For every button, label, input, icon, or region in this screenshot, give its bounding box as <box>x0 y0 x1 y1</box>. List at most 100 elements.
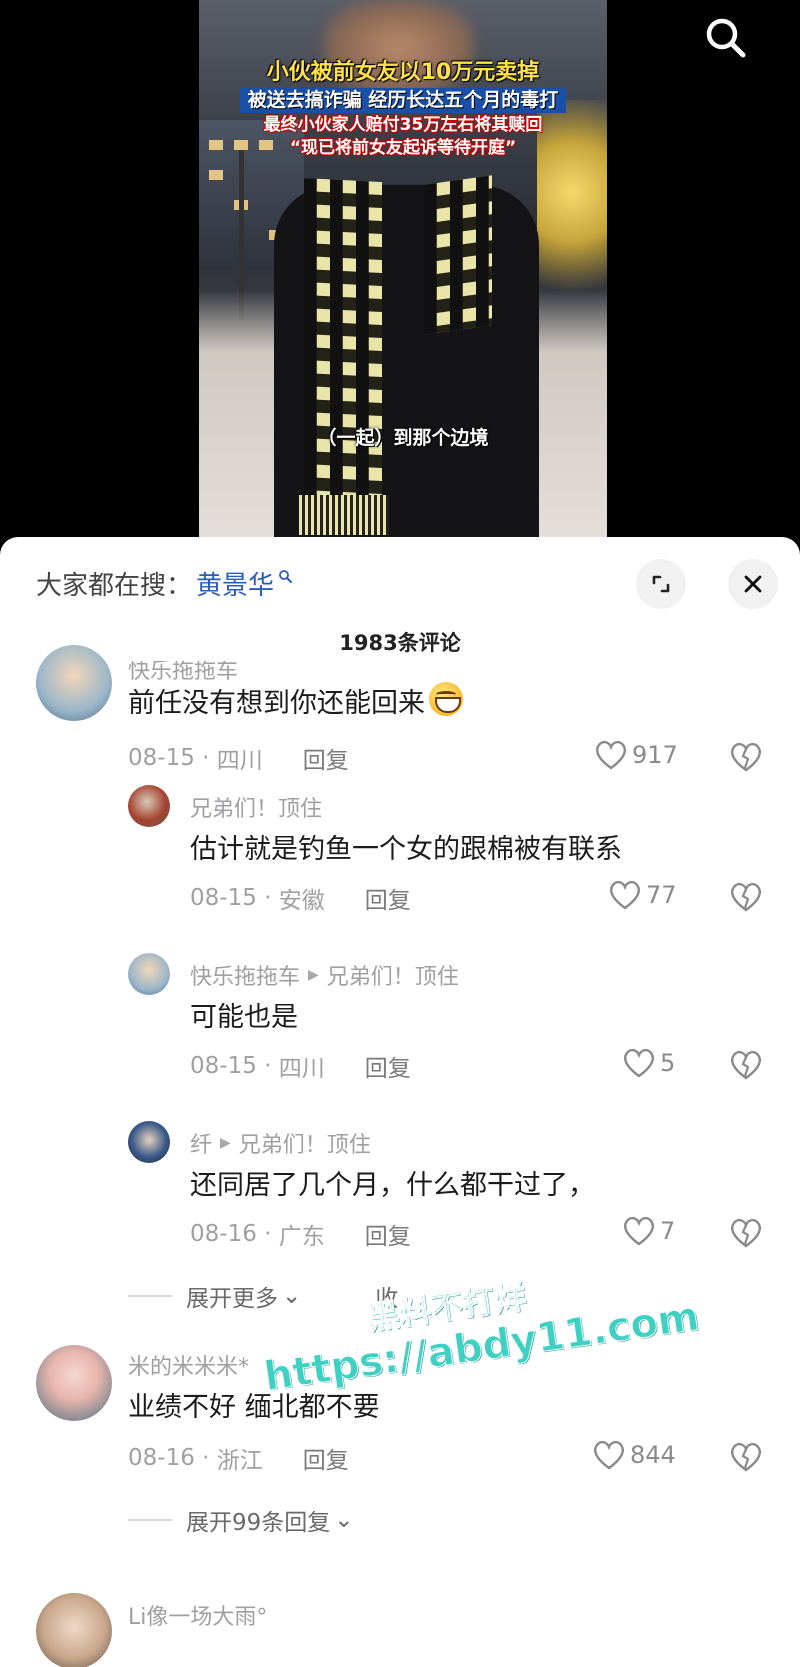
comment-date: 08-16 <box>190 1221 257 1247</box>
dislike-button[interactable] <box>726 1045 766 1085</box>
avatar[interactable] <box>36 1593 112 1667</box>
comment-username[interactable]: 纤 ▶ 兄弟们！顶住 <box>190 1127 371 1159</box>
video-headline: 小伙被前女友以10万元卖掉 被送去搞诈骗 经历长达五个月的毒打 最终小伙家人赔付… <box>199 60 607 158</box>
expand-replies[interactable]: 展开99条回复 ⌄ <box>128 1503 354 1537</box>
reply-arrow-icon: ▶ <box>308 967 319 983</box>
video-frame: 小伙被前女友以10万元卖掉 被送去搞诈骗 经历长达五个月的毒打 最终小伙家人赔付… <box>199 0 607 540</box>
reply-button[interactable]: 回复 <box>365 1049 411 1083</box>
comment-location: 四川 <box>216 748 263 774</box>
avatar[interactable] <box>36 1345 112 1421</box>
comment-item: 米的米米米* 业绩不好 缅北都不要 08-16 · 浙江 回复 844 <box>0 1337 800 1507</box>
search-button[interactable] <box>700 12 752 64</box>
trending-search[interactable]: 大家都在搜： 黄景华 <box>36 565 293 602</box>
like-count: 844 <box>630 1441 676 1469</box>
reply-item: 快乐拖拖车 ▶ 兄弟们！顶住 可能也是 08-15 · 四川 回复 5 <box>0 953 800 1113</box>
comment-text: 还同居了几个月，什么都干过了， <box>190 1170 595 1201</box>
comment-location: 广东 <box>278 1224 325 1250</box>
comment-text: 可能也是 <box>190 1002 298 1033</box>
reply-button[interactable]: 回复 <box>303 1441 349 1475</box>
divider <box>128 1295 172 1297</box>
reply-button[interactable]: 回复 <box>365 1217 411 1251</box>
comment-meta: 08-15 · 四川 回复 <box>190 1049 411 1083</box>
expand-button[interactable] <box>636 559 686 609</box>
avatar[interactable] <box>128 953 170 995</box>
like-count: 77 <box>646 881 677 909</box>
like-button[interactable]: 917 <box>594 739 678 771</box>
search-icon <box>706 18 746 58</box>
trending-search-label: 大家都在搜： <box>36 571 193 601</box>
comment-count: 1983条评论 <box>339 631 461 655</box>
scarf-fringe <box>299 495 389 535</box>
broken-heart-icon <box>731 742 761 772</box>
reply-item: 纤 ▶ 兄弟们！顶住 还同居了几个月，什么都干过了， 08-16 · 广东 回复… <box>0 1121 800 1281</box>
plaid-scarf-end <box>424 175 492 335</box>
comment-text-content: 前任没有想到你还能回来 <box>128 688 425 719</box>
avatar[interactable] <box>128 785 170 827</box>
comment-date: 08-15 <box>190 1053 257 1079</box>
expand-replies-label: 展开99条回复 <box>186 1510 331 1536</box>
broken-heart-icon <box>731 1218 761 1248</box>
dislike-button[interactable] <box>726 1213 766 1253</box>
comment-text: 业绩不好 缅北都不要 <box>128 1392 380 1423</box>
like-count: 917 <box>632 741 678 769</box>
dislike-button[interactable] <box>726 737 766 777</box>
dislike-button[interactable] <box>726 877 766 917</box>
comment-author[interactable]: 纤 <box>190 1127 212 1159</box>
avatar[interactable] <box>36 645 112 721</box>
comment-author[interactable]: 快乐拖拖车 <box>190 959 300 991</box>
broken-heart-icon <box>731 1050 761 1080</box>
reply-target[interactable]: 兄弟们！顶住 <box>239 1127 371 1159</box>
grin-emoji-icon <box>429 682 463 716</box>
close-icon <box>744 575 762 593</box>
reply-arrow-icon: ▶ <box>220 1135 231 1151</box>
comment-meta: 08-15 · 四川 回复 <box>128 741 349 775</box>
expand-more-replies[interactable]: 展开更多 ⌄ 收 <box>128 1279 398 1313</box>
expand-icon <box>652 575 670 593</box>
like-count: 7 <box>660 1217 676 1245</box>
broken-heart-icon <box>731 1442 761 1472</box>
like-button[interactable]: 7 <box>622 1215 675 1247</box>
headline-line-4: “现已将前女友起诉等待开庭” <box>289 137 517 158</box>
like-count: 5 <box>660 1049 676 1077</box>
chevron-down-icon: ⌄ <box>282 1283 302 1309</box>
comment-location: 安徽 <box>278 888 325 914</box>
chevron-down-icon: ⌄ <box>334 1507 354 1533</box>
trending-search-term[interactable]: 黄景华 <box>196 565 274 602</box>
expand-more-label: 展开更多 <box>186 1286 278 1312</box>
headline-line-2: 被送去搞诈骗 经历长达五个月的毒打 <box>239 88 567 114</box>
avatar[interactable] <box>128 1121 170 1163</box>
comment-location: 浙江 <box>216 1448 263 1474</box>
reply-button[interactable]: 回复 <box>365 881 411 915</box>
heart-icon <box>624 1216 654 1246</box>
comment-location: 四川 <box>278 1056 325 1082</box>
comment-username[interactable]: 快乐拖拖车 ▶ 兄弟们！顶住 <box>190 959 459 991</box>
reply-item: 兄弟们！顶住 估计就是钓鱼一个女的跟棉被有联系 08-15 · 安徽 回复 77 <box>0 785 800 945</box>
comment-meta: 08-15 · 安徽 回复 <box>190 881 411 915</box>
small-search-icon <box>279 569 293 583</box>
comment-date: 08-15 <box>190 885 257 911</box>
reply-target[interactable]: 兄弟们！顶住 <box>327 959 459 991</box>
heart-icon <box>610 880 640 910</box>
broken-heart-icon <box>731 882 761 912</box>
collapse-label[interactable]: 收 <box>375 1279 398 1313</box>
comment-meta: 08-16 · 广东 回复 <box>190 1217 411 1251</box>
like-button[interactable]: 5 <box>622 1047 675 1079</box>
comment-meta: 08-16 · 浙江 回复 <box>128 1441 349 1475</box>
heart-icon <box>594 1440 624 1470</box>
comment-date: 08-16 <box>128 1445 195 1471</box>
close-button[interactable] <box>728 559 778 609</box>
comment-username[interactable]: 兄弟们！顶住 <box>190 791 322 823</box>
comment-date: 08-15 <box>128 745 195 771</box>
video-player[interactable]: 小伙被前女友以10万元卖掉 被送去搞诈骗 经历长达五个月的毒打 最终小伙家人赔付… <box>0 0 800 540</box>
comment-item: Li像一场大雨° <box>0 1585 800 1667</box>
like-button[interactable]: 77 <box>608 879 677 911</box>
comment-sheet: 大家都在搜： 黄景华 1983条评论 快乐拖拖车 前任没有想到你还能回来 08-… <box>0 537 800 1667</box>
comment-text: 前任没有想到你还能回来 <box>128 681 463 720</box>
comment-username[interactable]: 米的米米米* <box>128 1349 249 1381</box>
headline-line-3: 最终小伙家人赔付35万左右将其赎回 <box>263 115 543 136</box>
like-button[interactable]: 844 <box>592 1439 676 1471</box>
dislike-button[interactable] <box>726 1437 766 1477</box>
video-subtitle: （一起）到那个边境 <box>317 427 489 449</box>
reply-button[interactable]: 回复 <box>303 741 349 775</box>
comment-username[interactable]: Li像一场大雨° <box>128 1599 267 1631</box>
